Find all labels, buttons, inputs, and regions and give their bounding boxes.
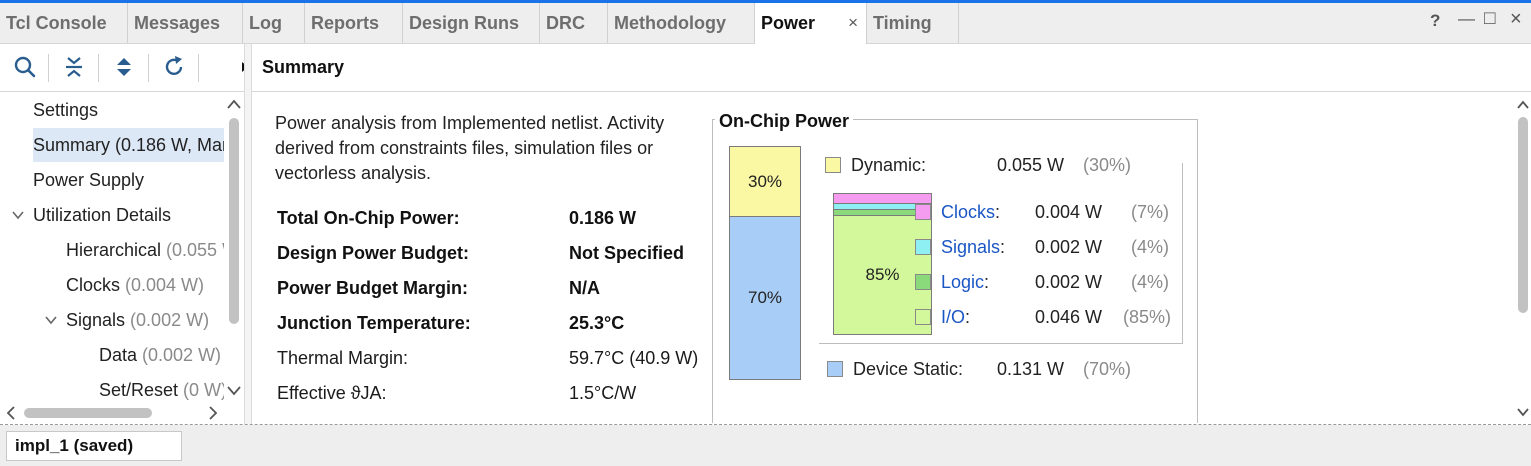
run-tab-impl-1[interactable]: impl_1 (saved) — [6, 431, 182, 461]
tree-item-summary[interactable]: Summary (0.186 W, Mar — [33, 128, 228, 162]
search-icon[interactable] — [12, 54, 38, 80]
tab-label: Timing — [873, 13, 932, 33]
dynamic-bar-segment: 30% — [730, 147, 800, 217]
tree-item-utilization-details[interactable]: Utilization Details — [33, 198, 171, 232]
thermal-margin-row: Thermal Margin: 59.7°C (40.9 W) — [277, 348, 699, 368]
tab-label: Power — [761, 13, 816, 33]
tab-close-icon[interactable]: × — [848, 3, 858, 43]
power-budget-margin-row: Power Budget Margin: N/A — [277, 278, 600, 298]
junction-temperature-row: Junction Temperature: 25.3°C — [277, 313, 625, 333]
signals-link[interactable]: Signals — [941, 237, 1000, 257]
page-title: Summary — [262, 57, 345, 77]
power-tree: Settings Summary (0.186 W, Mar Power Sup… — [0, 92, 244, 402]
legend-dynamic: Dynamic: 0.055 W (30%) — [825, 153, 1145, 177]
tab-label: Design Runs — [409, 13, 520, 33]
on-chip-power-title: On-Chip Power — [715, 111, 853, 132]
tab-bar: Tcl Console Messages Log Reports Design … — [0, 0, 1531, 44]
content-header: Summary — [252, 44, 1531, 92]
tree-item-power-supply[interactable]: Power Supply — [33, 163, 144, 197]
tree-item-data[interactable]: Data (0.002 W) — [99, 338, 221, 372]
run-tab-bar: impl_1 (saved) — [0, 425, 1531, 466]
legend-logic: Logic: 0.002 W (4%) — [915, 270, 1185, 294]
help-icon[interactable]: ? — [1430, 11, 1440, 31]
tab-label: Tcl Console — [6, 13, 107, 33]
refresh-icon[interactable] — [161, 54, 187, 80]
logic-link[interactable]: Logic — [941, 272, 984, 292]
clocks-link[interactable]: Clocks — [941, 202, 995, 222]
chevron-down-icon[interactable] — [45, 314, 57, 326]
tab-messages[interactable]: Messages — [128, 3, 243, 43]
close-icon[interactable]: × — [1510, 8, 1522, 31]
tab-methodology[interactable]: Methodology — [608, 3, 755, 43]
tree-horizontal-scrollbar[interactable] — [0, 402, 244, 424]
tab-label: DRC — [546, 13, 585, 33]
total-on-chip-power-row: Total On-Chip Power: 0.186 W — [277, 208, 637, 228]
maximize-icon[interactable]: □ — [1484, 8, 1495, 30]
signals-swatch — [915, 239, 931, 255]
static-bar-segment: 70% — [730, 217, 800, 379]
on-chip-power-bar: 30% 70% — [729, 146, 801, 380]
io-link[interactable]: I/O — [941, 307, 965, 327]
tab-reports[interactable]: Reports — [305, 3, 403, 43]
legend-io: I/O: 0.046 W (85%) — [915, 305, 1185, 329]
legend-device-static: Device Static: 0.131 W (70%) — [827, 357, 1147, 381]
tree-item-set-reset[interactable]: Set/Reset (0 W) — [99, 373, 227, 402]
clocks-swatch — [915, 204, 931, 220]
design-power-budget-row: Design Power Budget: Not Specified — [277, 243, 685, 263]
tree-toolbar — [0, 44, 252, 92]
tab-drc[interactable]: DRC — [540, 3, 608, 43]
expand-all-icon[interactable] — [111, 54, 137, 80]
effective-theta-ja-row: Effective ϑJA: 1.5°C/W — [277, 383, 637, 403]
tab-timing[interactable]: Timing — [867, 3, 959, 43]
dynamic-swatch — [825, 157, 841, 173]
tab-power[interactable]: Power × — [755, 3, 867, 44]
chevron-down-icon[interactable] — [12, 209, 24, 221]
tree-vertical-scrollbar[interactable] — [224, 92, 244, 402]
tab-label: Methodology — [614, 13, 726, 33]
analysis-description: Power analysis from Implemented netlist.… — [275, 113, 665, 183]
collapse-all-icon[interactable] — [61, 54, 87, 80]
tree-item-signals[interactable]: Signals (0.002 W) — [66, 303, 209, 337]
legend-signals: Signals: 0.002 W (4%) — [915, 235, 1185, 259]
summary-content: Power analysis from Implemented netlist.… — [253, 93, 1515, 423]
panel-splitter[interactable] — [244, 44, 252, 424]
tree-item-settings[interactable]: Settings — [33, 93, 98, 127]
legend-clocks: Clocks: 0.004 W (7%) — [915, 200, 1185, 224]
static-swatch — [827, 361, 843, 377]
minimize-icon[interactable]: — — [1458, 9, 1475, 29]
logic-swatch — [915, 274, 931, 290]
tree-item-hierarchical[interactable]: Hierarchical (0.055 W — [66, 233, 239, 267]
tab-log[interactable]: Log — [243, 3, 305, 43]
tab-label: Log — [249, 13, 282, 33]
tab-design-runs[interactable]: Design Runs — [403, 3, 540, 43]
content-vertical-scrollbar[interactable] — [1515, 93, 1531, 423]
tab-tcl-console[interactable]: Tcl Console — [0, 3, 128, 43]
tree-item-clocks[interactable]: Clocks (0.004 W) — [66, 268, 204, 302]
tab-label: Reports — [311, 13, 380, 33]
tab-label: Messages — [134, 13, 221, 33]
io-swatch — [915, 309, 931, 325]
